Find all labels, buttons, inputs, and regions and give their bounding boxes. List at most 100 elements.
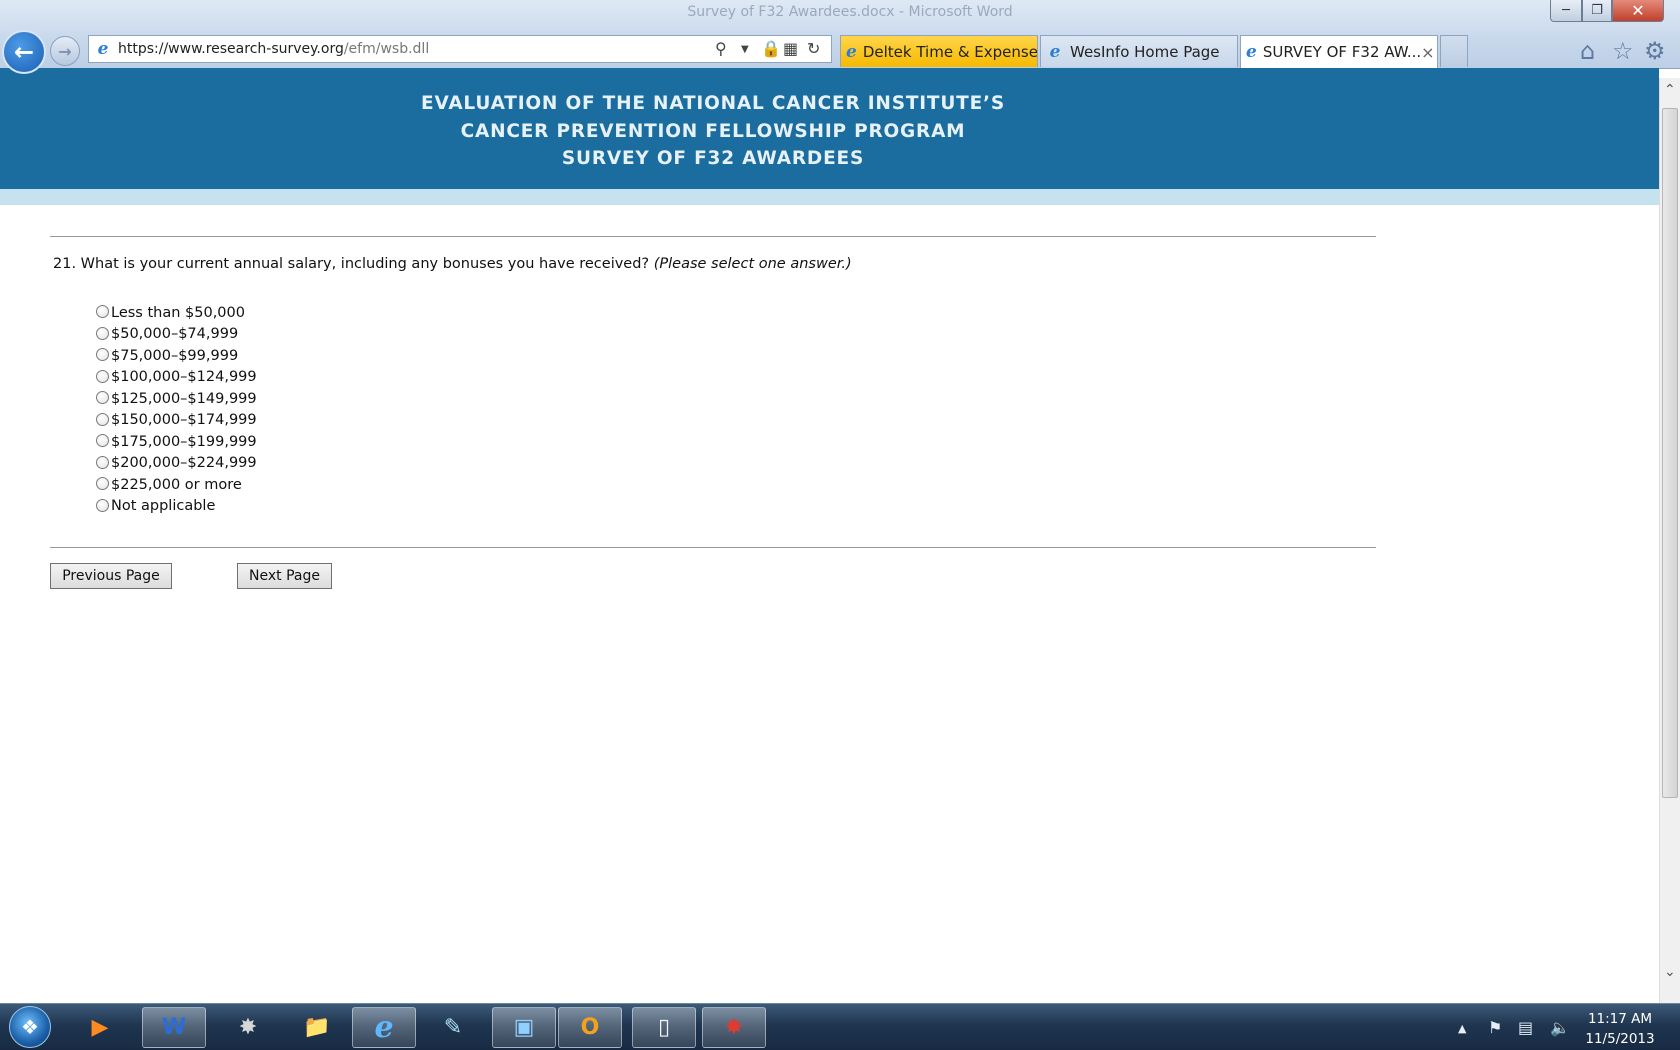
browser-chrome: Survey of F32 Awardees.docx - Microsoft … xyxy=(0,0,1680,74)
clock-date: 11/5/2013 xyxy=(1585,1031,1655,1047)
option-label[interactable]: $225,000 or more xyxy=(111,477,242,493)
windows-taskbar: ❖ ▶ W ✸ 📁 e ✎ ▣ O ▯ ✸ ▲ ⚑ ▤ 🔈 11:17 AM 1… xyxy=(0,1003,1680,1050)
windows-logo-icon: ❖ xyxy=(21,1015,39,1039)
title-line-3: SURVEY OF F32 AWARDEES xyxy=(561,148,865,169)
option-label[interactable]: $125,000–$149,999 xyxy=(111,391,257,407)
radio-button[interactable] xyxy=(96,455,109,469)
header-sub-band xyxy=(0,189,1659,205)
tab-close-icon[interactable]: × xyxy=(1421,43,1434,62)
tab-survey[interactable]: e SURVEY OF F32 AW... × xyxy=(1240,35,1438,68)
question-instruction: (Please select one answer.) xyxy=(653,256,852,272)
radio-button[interactable] xyxy=(96,412,109,426)
url-text[interactable]: https://www.research-survey.org/efm/wsb.… xyxy=(118,41,429,57)
ie-tab-icon: e xyxy=(846,41,857,62)
radio-button[interactable] xyxy=(96,391,109,405)
survey-title: EVALUATION OF THE NATIONAL CANCER INSTIT… xyxy=(0,90,1426,173)
start-button[interactable]: ❖ xyxy=(9,1006,51,1048)
radio-button[interactable] xyxy=(96,498,109,512)
url-domain: https://www.research-survey.org xyxy=(118,41,344,57)
option-row[interactable]: $50,000–$74,999 xyxy=(96,324,257,346)
option-row[interactable]: $175,000–$199,999 xyxy=(96,431,257,453)
url-path: /efm/wsb.dll xyxy=(343,41,430,57)
acrobat-icon[interactable]: ✸ xyxy=(216,1007,280,1048)
file-explorer-icon[interactable]: 📁 xyxy=(285,1007,349,1048)
forward-button[interactable]: → xyxy=(50,36,80,66)
ie-tab-icon: e xyxy=(1049,41,1061,62)
minimize-button[interactable]: ─ xyxy=(1550,0,1582,22)
back-button[interactable]: ← xyxy=(2,30,46,74)
notes-icon[interactable]: ✎ xyxy=(421,1007,485,1048)
compatibility-view-icon[interactable]: ▦ xyxy=(783,39,798,58)
radio-button[interactable] xyxy=(96,348,109,362)
internet-explorer-icon[interactable]: e xyxy=(352,1007,416,1048)
scroll-down-icon[interactable]: ⌄ xyxy=(1664,964,1676,980)
option-row[interactable]: $125,000–$149,999 xyxy=(96,388,257,410)
title-line-2: CANCER PREVENTION FELLOWSHIP PROGRAM xyxy=(460,120,966,142)
tab-label: Deltek Time & Expense... xyxy=(862,42,1038,61)
home-icon[interactable]: ⌂ xyxy=(1580,37,1595,65)
question-21: 21. What is your current annual salary, … xyxy=(53,256,852,272)
divider-top xyxy=(50,236,1376,237)
gear-icon[interactable]: ⚙ xyxy=(1644,37,1666,65)
option-label[interactable]: $175,000–$199,999 xyxy=(111,434,257,450)
pdf-icon[interactable]: ✸ xyxy=(702,1007,766,1048)
survey-header-band: EVALUATION OF THE NATIONAL CANCER INSTIT… xyxy=(0,68,1659,189)
radio-button[interactable] xyxy=(96,326,109,340)
volume-icon[interactable]: 🔈 xyxy=(1550,1018,1570,1037)
action-center-flag-icon[interactable]: ⚑ xyxy=(1488,1018,1502,1037)
word-icon[interactable]: W xyxy=(142,1007,206,1048)
radio-button[interactable] xyxy=(96,434,109,448)
tab-deltek[interactable]: e Deltek Time & Expense... xyxy=(840,35,1038,67)
radio-button[interactable] xyxy=(96,305,109,319)
option-label[interactable]: $200,000–$224,999 xyxy=(111,455,257,471)
answer-options: Less than $50,000 $50,000–$74,999 $75,00… xyxy=(96,302,257,517)
forward-arrow-icon: → xyxy=(58,41,72,61)
option-row[interactable]: Not applicable xyxy=(96,496,257,518)
option-row[interactable]: $150,000–$174,999 xyxy=(96,410,257,432)
search-icon[interactable]: ⚲ xyxy=(715,39,727,58)
tab-label: WesInfo Home Page xyxy=(1070,42,1220,61)
remote-desktop-icon[interactable]: ▣ xyxy=(492,1007,556,1048)
network-icon[interactable]: ▤ xyxy=(1518,1018,1533,1037)
tab-wesinfo[interactable]: e WesInfo Home Page xyxy=(1040,35,1238,67)
new-tab-button[interactable] xyxy=(1440,35,1468,67)
blank-document-icon[interactable]: ▯ xyxy=(632,1007,696,1048)
radio-button[interactable] xyxy=(96,369,109,383)
address-bar[interactable]: e https://www.research-survey.org/efm/ws… xyxy=(88,35,832,63)
option-label[interactable]: Not applicable xyxy=(111,498,215,514)
next-page-button[interactable]: Next Page xyxy=(237,563,332,589)
back-arrow-icon: ← xyxy=(13,38,35,66)
restore-button[interactable]: ❐ xyxy=(1582,0,1612,22)
question-text: 21. What is your current annual salary, … xyxy=(53,256,650,272)
option-label[interactable]: Less than $50,000 xyxy=(111,305,245,321)
radio-button[interactable] xyxy=(96,477,109,491)
lock-icon[interactable]: 🔒 xyxy=(761,39,781,58)
restore-icon: ❐ xyxy=(1591,3,1603,18)
chevron-down-icon[interactable]: ▼ xyxy=(741,44,749,55)
option-label[interactable]: $100,000–$124,999 xyxy=(111,369,257,385)
clock-time: 11:17 AM xyxy=(1587,1011,1653,1027)
previous-page-button[interactable]: Previous Page xyxy=(50,563,172,589)
minimize-icon: ─ xyxy=(1562,3,1570,18)
close-window-button[interactable]: ✕ xyxy=(1612,0,1664,22)
scroll-thumb[interactable] xyxy=(1662,108,1678,798)
option-row[interactable]: $200,000–$224,999 xyxy=(96,453,257,475)
option-label[interactable]: $150,000–$174,999 xyxy=(111,412,257,428)
option-row[interactable]: $100,000–$124,999 xyxy=(96,367,257,389)
option-label[interactable]: $50,000–$74,999 xyxy=(111,326,238,342)
outlook-icon[interactable]: O xyxy=(558,1007,622,1048)
option-row[interactable]: Less than $50,000 xyxy=(96,302,257,324)
refresh-icon[interactable]: ↻ xyxy=(807,39,820,58)
title-line-1: EVALUATION OF THE NATIONAL CANCER INSTIT… xyxy=(421,93,1005,114)
system-clock[interactable]: 11:17 AM 11/5/2013 xyxy=(1584,1009,1656,1049)
show-hidden-icons-icon[interactable]: ▲ xyxy=(1458,1022,1466,1035)
scroll-up-icon[interactable]: ⌃ xyxy=(1664,82,1676,98)
ie-tab-icon: e xyxy=(1246,42,1257,62)
option-label[interactable]: $75,000–$99,999 xyxy=(111,348,238,364)
option-row[interactable]: $75,000–$99,999 xyxy=(96,345,257,367)
vertical-scrollbar[interactable]: ⌃ ⌄ xyxy=(1659,78,1680,1003)
window-title: Survey of F32 Awardees.docx - Microsoft … xyxy=(687,4,1013,20)
option-row[interactable]: $225,000 or more xyxy=(96,474,257,496)
media-player-icon[interactable]: ▶ xyxy=(68,1007,132,1048)
star-icon[interactable]: ☆ xyxy=(1612,37,1634,65)
